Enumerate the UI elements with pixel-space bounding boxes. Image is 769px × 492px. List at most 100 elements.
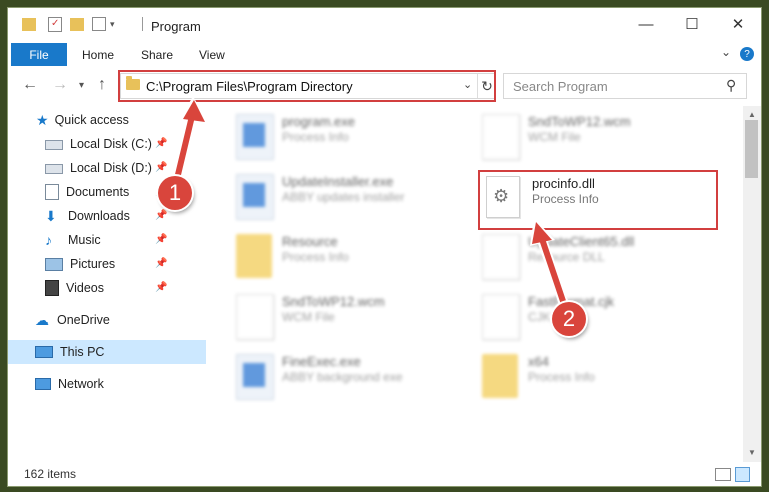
document-file-icon [482,294,520,340]
recent-locations-icon[interactable]: ▾ [79,80,84,91]
sidebar-item-network[interactable]: Network [8,372,206,396]
file-description: Process Info [528,370,595,384]
file-name: SndToWP12.wcm [528,114,631,129]
document-file-icon [482,114,520,160]
callout-2: 2 [552,302,586,336]
forward-arrow-icon[interactable]: → [52,76,68,94]
title-bar: ✓ ▾ Program — ☐ ✕ [8,8,761,40]
tab-file[interactable]: File [11,43,67,66]
documents-icon [45,184,59,200]
new-folder-icon[interactable] [70,17,84,31]
cloud-icon: ☁ [35,311,49,328]
file-name: UpdateInstaller.exe [282,174,394,189]
scroll-up-icon[interactable]: ▲ [748,110,756,119]
properties-icon[interactable]: ✓ [48,16,62,32]
item-count: 162 items [24,467,77,481]
music-icon: ♪ [45,232,52,248]
dll-file-icon [482,234,520,280]
sidebar-item-label: Pictures [70,257,116,271]
file-highlight [478,170,718,230]
exe-file-icon [236,354,274,400]
address-bar-highlight [118,70,496,102]
file-name: Resource [282,234,338,249]
file-list: program.exe Process Info SndToWP12.wcm W… [208,106,742,446]
status-bar: 162 items [8,462,761,486]
computer-icon [35,346,53,358]
file-description: Process Info [282,130,349,144]
folder-icon [482,354,518,398]
quick-access-toolbar: ✓ ▾ [22,16,115,32]
file-name: UpdateClient65.dll [528,234,635,249]
file-item[interactable]: program.exe Process Info [232,110,472,168]
pin-icon[interactable]: 📌 [155,258,167,269]
file-item[interactable]: FineExec.exe ABBY background exe [232,350,472,408]
minimize-button[interactable]: — [623,8,669,40]
file-description: WCM File [282,310,335,324]
pin-icon[interactable]: 📌 [155,210,167,221]
file-description: Process Info [282,250,349,264]
sidebar-item-pictures[interactable]: Pictures 📌 [8,252,206,276]
file-description: ABBY updates installer [282,190,405,204]
maximize-button[interactable]: ☐ [669,8,715,40]
chevron-down-icon[interactable]: ⌄ [721,45,731,59]
tab-home[interactable]: Home [82,48,114,62]
exe-file-icon [236,114,274,160]
vertical-scrollbar[interactable]: ▲ ▼ [743,106,761,462]
sidebar-item-quick-access[interactable]: ★ Quick access [8,108,206,132]
folder-icon [236,234,272,278]
file-item[interactable]: Resource Process Info [232,230,472,288]
drive-icon [45,164,63,174]
customize-view-icon[interactable] [92,17,106,31]
close-button[interactable]: ✕ [715,8,761,40]
dropdown-icon[interactable]: ▾ [110,19,115,30]
title-separator [142,17,143,31]
large-icons-view-icon[interactable] [735,467,750,482]
sidebar-item-videos[interactable]: Videos 📌 [8,276,206,300]
pin-icon[interactable]: 📌 [155,234,167,245]
navigation-pane: ★ Quick access Local Disk (C:) 📌 Local D… [8,106,206,462]
sidebar-item-this-pc[interactable]: This PC [8,340,206,364]
star-icon: ★ [36,111,49,128]
pin-icon[interactable]: 📌 [155,282,167,293]
drive-icon [45,140,63,150]
file-description: Resource DLL [528,250,605,264]
videos-icon [45,280,59,296]
file-item[interactable]: FastFormat.cjk CJK File [478,290,718,348]
scroll-down-icon[interactable]: ▼ [748,448,756,457]
pin-icon[interactable]: 📌 [155,162,167,173]
file-description: ABBY background exe [282,370,403,384]
tab-share[interactable]: Share [141,48,173,62]
ribbon: File Home Share View ⌄ ? [8,40,761,66]
search-icon[interactable]: ⚲ [726,77,736,94]
file-item[interactable]: SndToWP12.wcm WCM File [232,290,472,348]
file-name: FineExec.exe [282,354,361,369]
sidebar-item-label: Quick access [54,113,129,127]
file-item[interactable]: x64 Process Info [478,350,718,408]
sidebar-item-onedrive[interactable]: ☁ OneDrive [8,308,206,332]
sidebar-item-label: Downloads [68,209,130,223]
tab-view[interactable]: View [199,48,225,62]
file-item[interactable]: UpdateInstaller.exe ABBY updates install… [232,170,472,228]
pin-icon[interactable]: 📌 [155,138,167,149]
scrollbar-thumb[interactable] [745,120,758,178]
sidebar-item-local-disk-c[interactable]: Local Disk (C:) 📌 [8,132,206,156]
exe-file-icon [236,174,274,220]
sidebar-item-music[interactable]: ♪ Music 📌 [8,228,206,252]
file-name: program.exe [282,114,355,129]
file-item[interactable]: UpdateClient65.dll Resource DLL [478,230,718,288]
file-item[interactable]: SndToWP12.wcm WCM File [478,110,718,168]
sidebar-item-label: This PC [60,345,105,359]
callout-1: 1 [158,176,192,210]
sidebar-item-label: Local Disk (D:) [70,161,152,175]
up-arrow-icon[interactable]: ↑ [98,76,106,94]
search-input[interactable]: Search Program [513,79,608,94]
search-box[interactable]: Search Program ⚲ [503,73,747,99]
help-icon[interactable]: ? [740,47,754,61]
back-arrow-icon[interactable]: ← [22,76,38,94]
downloads-icon: ⬇ [45,207,57,224]
details-view-icon[interactable] [715,468,731,481]
sidebar-item-label: Documents [66,185,130,199]
window-title: Program [151,19,201,34]
sidebar-item-label: OneDrive [57,313,110,327]
folder-icon[interactable] [22,17,36,31]
